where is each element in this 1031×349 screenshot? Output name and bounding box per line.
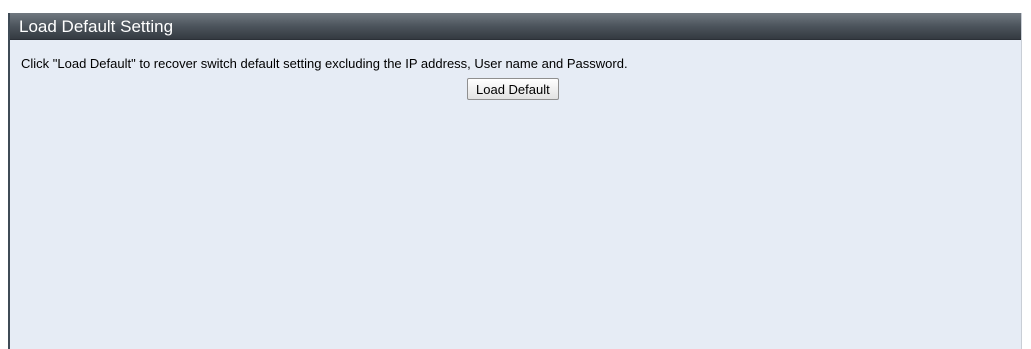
panel-content: Click "Load Default" to recover switch d… [10, 40, 1021, 100]
load-default-panel: Load Default Setting Click "Load Default… [8, 13, 1022, 349]
description-text: Click "Load Default" to recover switch d… [21, 56, 628, 71]
button-row: Load Default [21, 78, 1021, 100]
panel-title: Load Default Setting [10, 13, 1021, 40]
load-default-button[interactable]: Load Default [467, 78, 559, 100]
